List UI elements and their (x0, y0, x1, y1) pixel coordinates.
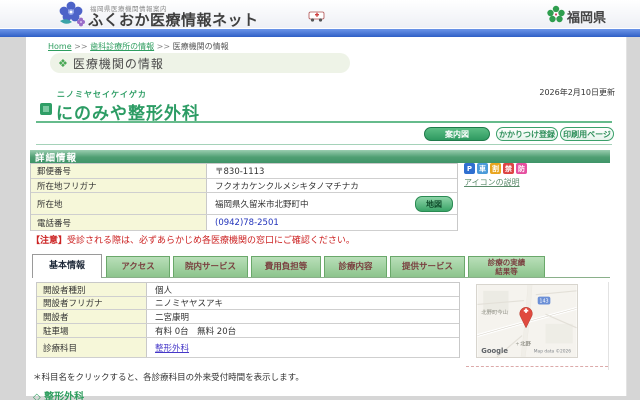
breadcrumb-current: 医療機関の情報 (172, 42, 229, 51)
table-row: 所在地フリガナ フクオカケンクルメシキタノマチナカ (31, 179, 457, 193)
tab-treatment-content[interactable]: 診療内容 (324, 256, 387, 277)
prefecture-name[interactable]: 福岡県 (567, 7, 606, 26)
table-row: 開設者 二宮康明 (37, 310, 459, 324)
guide-map-button[interactable]: 案内図 (424, 127, 490, 141)
table-row: 所在地 福岡県久留米市北野町中 地図 (31, 193, 457, 215)
row-label: 郵便番号 (31, 164, 207, 178)
department-link[interactable]: 整形外科 (155, 342, 189, 354)
table-row: 郵便番号 〒830-1113 (31, 164, 457, 179)
updated-date: 2026年2月10日更新 (539, 88, 615, 97)
page-title-box: ❖ 医療機関の情報 (50, 53, 350, 73)
row-label: 電話番号 (31, 215, 207, 230)
row-value: 二宮康明 (155, 312, 190, 323)
tab-underline (32, 277, 610, 278)
map-poi-cross: + (515, 341, 519, 347)
site-logo-flower-icon (59, 1, 85, 27)
row-value: フクオカケンクルメシキタノマチナカ (215, 181, 359, 192)
row-label: 所在地 (31, 193, 207, 214)
prevention-icon: 防 (516, 163, 527, 174)
map-copyright: Map data ©2026 (534, 348, 571, 355)
route-shield-number: 143 (539, 299, 548, 305)
tab-results[interactable]: 診療の実績 結果等 (468, 256, 545, 277)
notice-prefix: 【注意】 (31, 236, 68, 246)
panel-inner-border (608, 282, 609, 370)
table-row: 診療科目 整形外科 (37, 338, 459, 358)
green-divider-thin (36, 144, 612, 145)
row-label: 開設者 (37, 310, 147, 323)
tab-in-hospital-services[interactable]: 院内サービス (173, 256, 248, 277)
map-area-label: 北野町今山 (481, 308, 508, 316)
breadcrumb-home-link[interactable]: Home (48, 42, 72, 51)
family-doctor-register-button[interactable]: かかりつけ登録 (496, 127, 558, 141)
facility-icon-strip: P 車 割 禁 防 (464, 163, 527, 174)
row-label: 所在地フリガナ (31, 179, 207, 192)
parking-icon: P (464, 163, 475, 174)
barrier-free-icon: 車 (477, 163, 488, 174)
footnote-text: ＊科目名をクリックすると、各診療科目の外来受付時間を表示します。 (33, 373, 304, 383)
page-title: 医療機関の情報 (72, 56, 164, 71)
header-divider-bar (0, 28, 640, 37)
clover-icon: ❖ (58, 56, 68, 70)
row-value: 福岡県久留米市北野町中 地図 (207, 193, 457, 214)
no-smoking-icon: 禁 (503, 163, 514, 174)
site-title[interactable]: ふくおか医療情報ネット (88, 9, 259, 30)
notice-body: 受診される際は、必ずあらかじめ各医療機関の窓口にご確認ください。 (67, 236, 355, 246)
basic-info-table: 開設者種別 個人 開設者フリガナ ニノミヤヤスアキ 開設者 二宮康明 駐車場 有… (36, 282, 460, 358)
breadcrumb: Home >> 歯科診療所の情報 >> 医療機関の情報 (48, 41, 229, 52)
map-button[interactable]: 地図 (415, 196, 453, 212)
row-label: 診療科目 (37, 338, 147, 357)
row-label: 開設者フリガナ (37, 297, 147, 309)
address-text: 福岡県久留米市北野町中 (215, 199, 309, 210)
breadcrumb-separator: >> (74, 42, 88, 51)
department-section-heading: ◇ 整形外科 (33, 392, 85, 400)
row-value: 〒830-1113 (215, 167, 265, 177)
notice-text: 【注意】受診される際は、必ずあらかじめ各医療機関の窓口にご確認ください。 (31, 233, 355, 246)
table-row: 駐車場 有料 0台 無料 20台 (37, 324, 459, 338)
clinic-square-icon (40, 103, 52, 115)
tab-provided-services[interactable]: 提供サービス (390, 256, 465, 277)
row-value: 個人 (155, 285, 173, 296)
details-section-header: 詳細情報 (30, 150, 610, 164)
prefecture-logo-icon (547, 5, 565, 23)
breadcrumb-dental-link[interactable]: 歯科診療所の情報 (90, 42, 154, 51)
green-divider (36, 121, 612, 123)
ambulance-icon (308, 11, 325, 22)
row-label: 開設者種別 (37, 283, 147, 296)
icon-legend-link[interactable]: アイコンの説明 (464, 177, 520, 188)
google-map[interactable]: 143 北野町今山 北野 + Google Map data ©2026 (476, 284, 578, 358)
tab-basic-info[interactable]: 基本情報 (32, 254, 102, 278)
table-row: 開設者種別 個人 (37, 283, 459, 297)
print-page-button[interactable]: 印刷用ページ (560, 127, 614, 141)
breadcrumb-separator: >> (156, 42, 171, 51)
page-root: 福岡県医療機関情報案内 ふくおか医療情報ネット 福岡県 Home >> 歯科診療… (0, 0, 640, 400)
table-row: 開設者フリガナ ニノミヤヤスアキ (37, 297, 459, 310)
details-table: 郵便番号 〒830-1113 所在地フリガナ フクオカケンクルメシキタノマチナカ… (30, 163, 458, 231)
tab-costs[interactable]: 費用負担等 (251, 256, 321, 277)
map-station-label: 北野 (520, 339, 531, 347)
tab-access[interactable]: アクセス (106, 256, 170, 277)
google-logo: Google (481, 347, 508, 355)
row-value: ニノミヤヤスアキ (155, 299, 224, 309)
dashed-separator (466, 366, 608, 367)
row-value: 有料 0台 無料 20台 (155, 326, 237, 337)
fee-support-icon: 割 (490, 163, 501, 174)
phone-number-link[interactable]: (0942)78-2501 (207, 215, 457, 230)
table-row: 電話番号 (0942)78-2501 (31, 215, 457, 231)
row-label: 駐車場 (37, 324, 147, 337)
